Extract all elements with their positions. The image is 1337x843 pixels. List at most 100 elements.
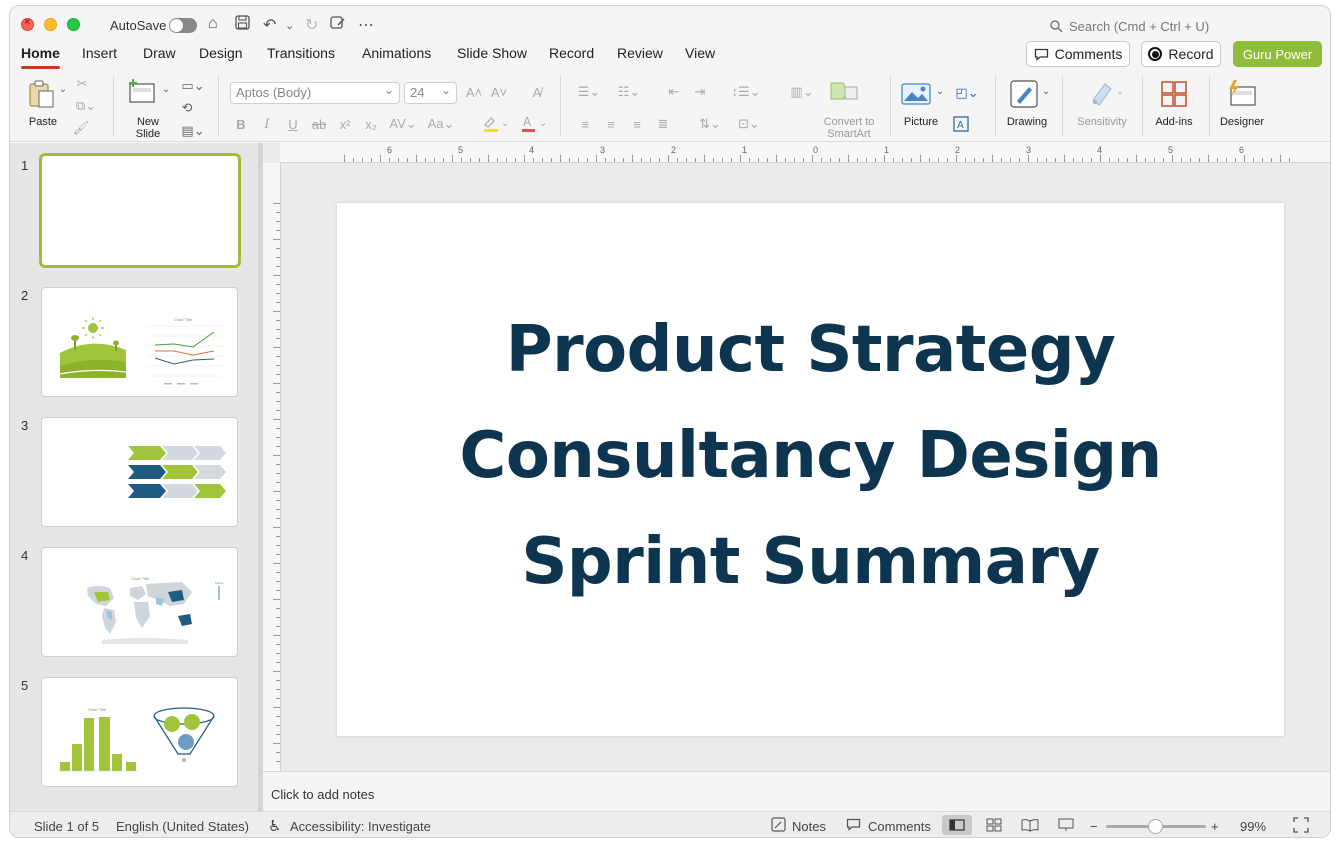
layout-icon[interactable]: ▭⌄ <box>178 78 208 94</box>
tab-slide-show[interactable]: Slide Show <box>457 45 527 61</box>
smartart-icon[interactable] <box>828 78 860 104</box>
font-color-icon[interactable]: A⌄ <box>518 115 548 133</box>
shapes-icon[interactable]: ◰⌄ <box>952 83 982 103</box>
slide-thumbnail-1[interactable] <box>39 153 241 268</box>
tab-review[interactable]: Review <box>617 45 663 61</box>
notes-button[interactable]: Notes <box>792 819 826 834</box>
slide-thumbnail-4[interactable]: Chart Title Series <box>41 547 238 657</box>
paste-dropdown-icon[interactable]: ⌄ <box>58 84 68 95</box>
slide-sorter-icon[interactable] <box>986 818 1002 835</box>
picture-dropdown-icon[interactable]: ⌄ <box>935 86 945 97</box>
align-center-icon[interactable]: ≡ <box>602 115 620 133</box>
justify-icon[interactable]: ≣ <box>654 115 672 133</box>
customize-icon[interactable] <box>330 15 346 35</box>
format-painter-icon[interactable]: 🖌 <box>72 120 90 136</box>
new-slide-icon[interactable] <box>126 76 158 108</box>
zoom-level[interactable]: 99% <box>1240 819 1266 834</box>
comments-status-icon[interactable] <box>846 818 861 834</box>
tab-design[interactable]: Design <box>199 45 243 61</box>
tab-transitions[interactable]: Transitions <box>267 45 335 61</box>
sensitivity-icon[interactable] <box>1086 78 1116 110</box>
strikethrough-icon[interactable]: ab <box>310 115 328 133</box>
slide-thumbnail-5[interactable]: Chart Title <box>41 677 238 787</box>
close-window-button[interactable] <box>21 16 34 31</box>
search-box[interactable]: Search (Cmd + Ctrl + U) <box>1050 19 1209 34</box>
decrease-indent-icon[interactable]: ⇤ <box>665 83 683 101</box>
language-indicator[interactable]: English (United States) <box>116 819 249 834</box>
designer-icon[interactable] <box>1224 78 1258 110</box>
minimize-window-button[interactable] <box>44 18 57 31</box>
ruler-tick <box>276 572 280 573</box>
align-text-icon[interactable]: ⊡⌄ <box>732 115 766 133</box>
slide-title-line-2[interactable]: Consultancy Design <box>337 419 1284 493</box>
reading-view-icon[interactable] <box>1021 818 1039 835</box>
drawing-dropdown-icon[interactable]: ⌄ <box>1041 86 1051 97</box>
paste-icon[interactable] <box>24 76 60 112</box>
sensitivity-dropdown-icon[interactable]: ⌄ <box>1115 86 1125 97</box>
fit-to-window-icon[interactable] <box>1293 817 1309 836</box>
more-options-icon[interactable]: ⋯ <box>358 15 374 35</box>
autosave-toggle[interactable] <box>169 18 197 33</box>
tab-view[interactable]: View <box>685 45 715 61</box>
zoom-slider-handle[interactable] <box>1148 819 1163 834</box>
slide-title-line-3[interactable]: Sprint Summary <box>337 525 1284 599</box>
subscript-icon[interactable]: x₂ <box>364 115 378 133</box>
guru-power-button[interactable]: Guru Power <box>1233 41 1322 67</box>
bold-icon[interactable]: B <box>234 115 248 133</box>
home-icon[interactable]: ⌂ <box>208 15 218 33</box>
tab-draw[interactable]: Draw <box>143 45 176 61</box>
clear-formatting-icon[interactable]: A̸ <box>528 83 546 101</box>
align-left-icon[interactable]: ≡ <box>576 115 594 133</box>
slideshow-view-icon[interactable] <box>1058 818 1074 835</box>
slide-thumbnail-2[interactable]: Chart Title <box>41 287 238 397</box>
copy-icon[interactable]: ⧉⌄ <box>72 98 100 114</box>
text-direction-icon[interactable]: ⇅⌄ <box>695 115 725 133</box>
accessibility-status[interactable]: Accessibility: Investigate <box>290 819 431 834</box>
tab-record[interactable]: Record <box>549 45 594 61</box>
numbering-icon[interactable]: ☷⌄ <box>612 83 646 101</box>
character-spacing-icon[interactable]: AV⌄ <box>388 115 418 133</box>
cut-icon[interactable]: ✂ <box>74 76 90 92</box>
tab-animations[interactable]: Animations <box>362 45 431 61</box>
bullets-icon[interactable]: ☰⌄ <box>572 83 606 101</box>
highlight-icon[interactable]: ⌄ <box>480 115 510 133</box>
undo-dropdown-icon[interactable]: ⌄ <box>285 19 294 32</box>
underline-icon[interactable]: U <box>286 115 300 133</box>
accessibility-icon[interactable]: ♿︎ <box>268 817 281 835</box>
record-button[interactable]: Record <box>1141 41 1221 67</box>
slide-title-line-1[interactable]: Product Strategy <box>337 313 1284 387</box>
align-right-icon[interactable]: ≡ <box>628 115 646 133</box>
italic-icon[interactable]: I <box>260 115 274 133</box>
maximize-window-button[interactable] <box>67 18 80 31</box>
tab-home[interactable]: Home <box>21 45 60 69</box>
drawing-icon[interactable] <box>1008 78 1040 110</box>
add-ins-icon[interactable] <box>1158 78 1190 110</box>
reset-icon[interactable]: ⟲ <box>178 100 196 116</box>
redo-icon[interactable]: ↻ <box>305 15 318 35</box>
change-case-icon[interactable]: Aa⌄ <box>426 115 456 133</box>
comments-button[interactable]: Comments <box>1026 41 1130 67</box>
superscript-icon[interactable]: x² <box>338 115 352 133</box>
font-name-dropdown[interactable]: Aptos (Body) <box>230 80 400 104</box>
columns-icon[interactable]: ▥⌄ <box>785 83 819 101</box>
font-size-dropdown[interactable]: 24 <box>404 80 457 104</box>
section-icon[interactable]: ▤⌄ <box>178 123 208 139</box>
decrease-font-icon[interactable]: A˅ <box>490 83 508 101</box>
save-icon[interactable] <box>235 15 250 35</box>
current-slide[interactable]: Product Strategy Consultancy Design Spri… <box>337 203 1284 736</box>
text-box-icon[interactable]: A <box>952 115 970 133</box>
normal-view-button[interactable] <box>942 815 972 835</box>
picture-icon[interactable] <box>900 80 932 108</box>
zoom-in-icon[interactable]: + <box>1211 819 1219 834</box>
tab-insert[interactable]: Insert <box>82 45 117 61</box>
new-slide-dropdown-icon[interactable]: ⌄ <box>161 84 171 95</box>
increase-font-icon[interactable]: A˄ <box>465 83 483 101</box>
notes-pane[interactable]: Click to add notes <box>263 771 1330 811</box>
slide-thumbnail-3[interactable] <box>41 417 238 527</box>
line-spacing-icon[interactable]: ↕☰⌄ <box>729 83 763 101</box>
zoom-out-icon[interactable]: − <box>1090 819 1098 834</box>
comments-status-button[interactable]: Comments <box>868 819 931 834</box>
undo-icon[interactable]: ↶ <box>263 15 276 35</box>
notes-icon[interactable] <box>771 817 786 835</box>
increase-indent-icon[interactable]: ⇥ <box>691 83 709 101</box>
